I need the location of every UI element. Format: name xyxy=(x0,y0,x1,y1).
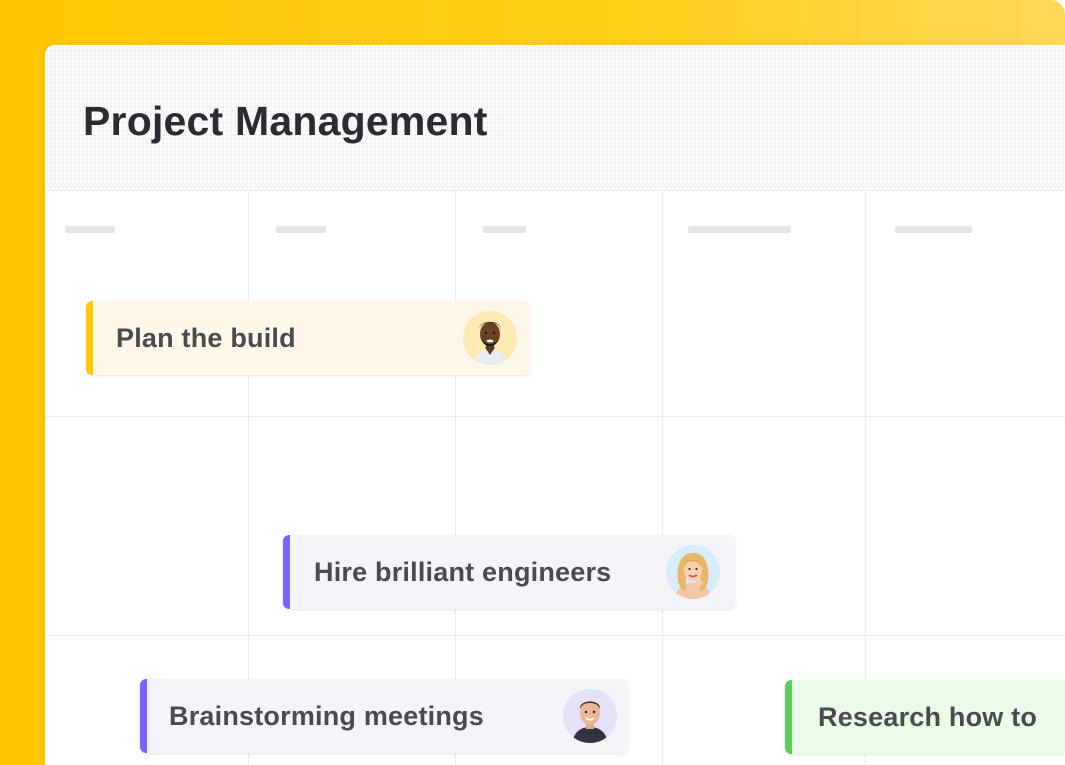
board-header: Project Management xyxy=(45,45,1065,191)
column-header-placeholder xyxy=(276,226,326,233)
avatar-man-short-hair-icon[interactable] xyxy=(563,689,617,743)
task-color-accent xyxy=(86,301,93,375)
column-header-placeholder xyxy=(483,226,526,233)
task-card-research-how-to[interactable]: Research how to xyxy=(785,680,1065,754)
grid-row-divider xyxy=(45,416,1065,417)
task-card-hire-brilliant-engineers[interactable]: Hire brilliant engineers xyxy=(283,535,735,609)
avatar-man-dark-hair-beard-icon[interactable] xyxy=(463,311,517,365)
avatar-woman-blonde-icon[interactable] xyxy=(666,545,720,599)
task-color-accent xyxy=(283,535,290,609)
task-card-brainstorming-meetings[interactable]: Brainstorming meetings xyxy=(140,679,628,753)
board-panel: Project Management Plan the build Hire b… xyxy=(45,45,1065,765)
task-title: Research how to xyxy=(818,702,1038,732)
task-color-accent xyxy=(785,680,792,754)
app-frame: Project Management Plan the build Hire b… xyxy=(0,0,1065,765)
task-card-plan-the-build[interactable]: Plan the build xyxy=(86,301,530,375)
column-header-placeholder xyxy=(895,226,972,233)
grid-column-divider xyxy=(662,191,663,765)
column-header-placeholder xyxy=(65,226,115,233)
task-title: Brainstorming meetings xyxy=(169,701,484,731)
grid-column-divider xyxy=(865,191,866,765)
task-title: Hire brilliant engineers xyxy=(314,557,612,587)
grid-row-divider xyxy=(45,635,1065,636)
column-header-placeholder xyxy=(688,226,791,233)
page-title: Project Management xyxy=(83,98,488,144)
task-title: Plan the build xyxy=(116,323,296,353)
task-color-accent xyxy=(140,679,147,753)
